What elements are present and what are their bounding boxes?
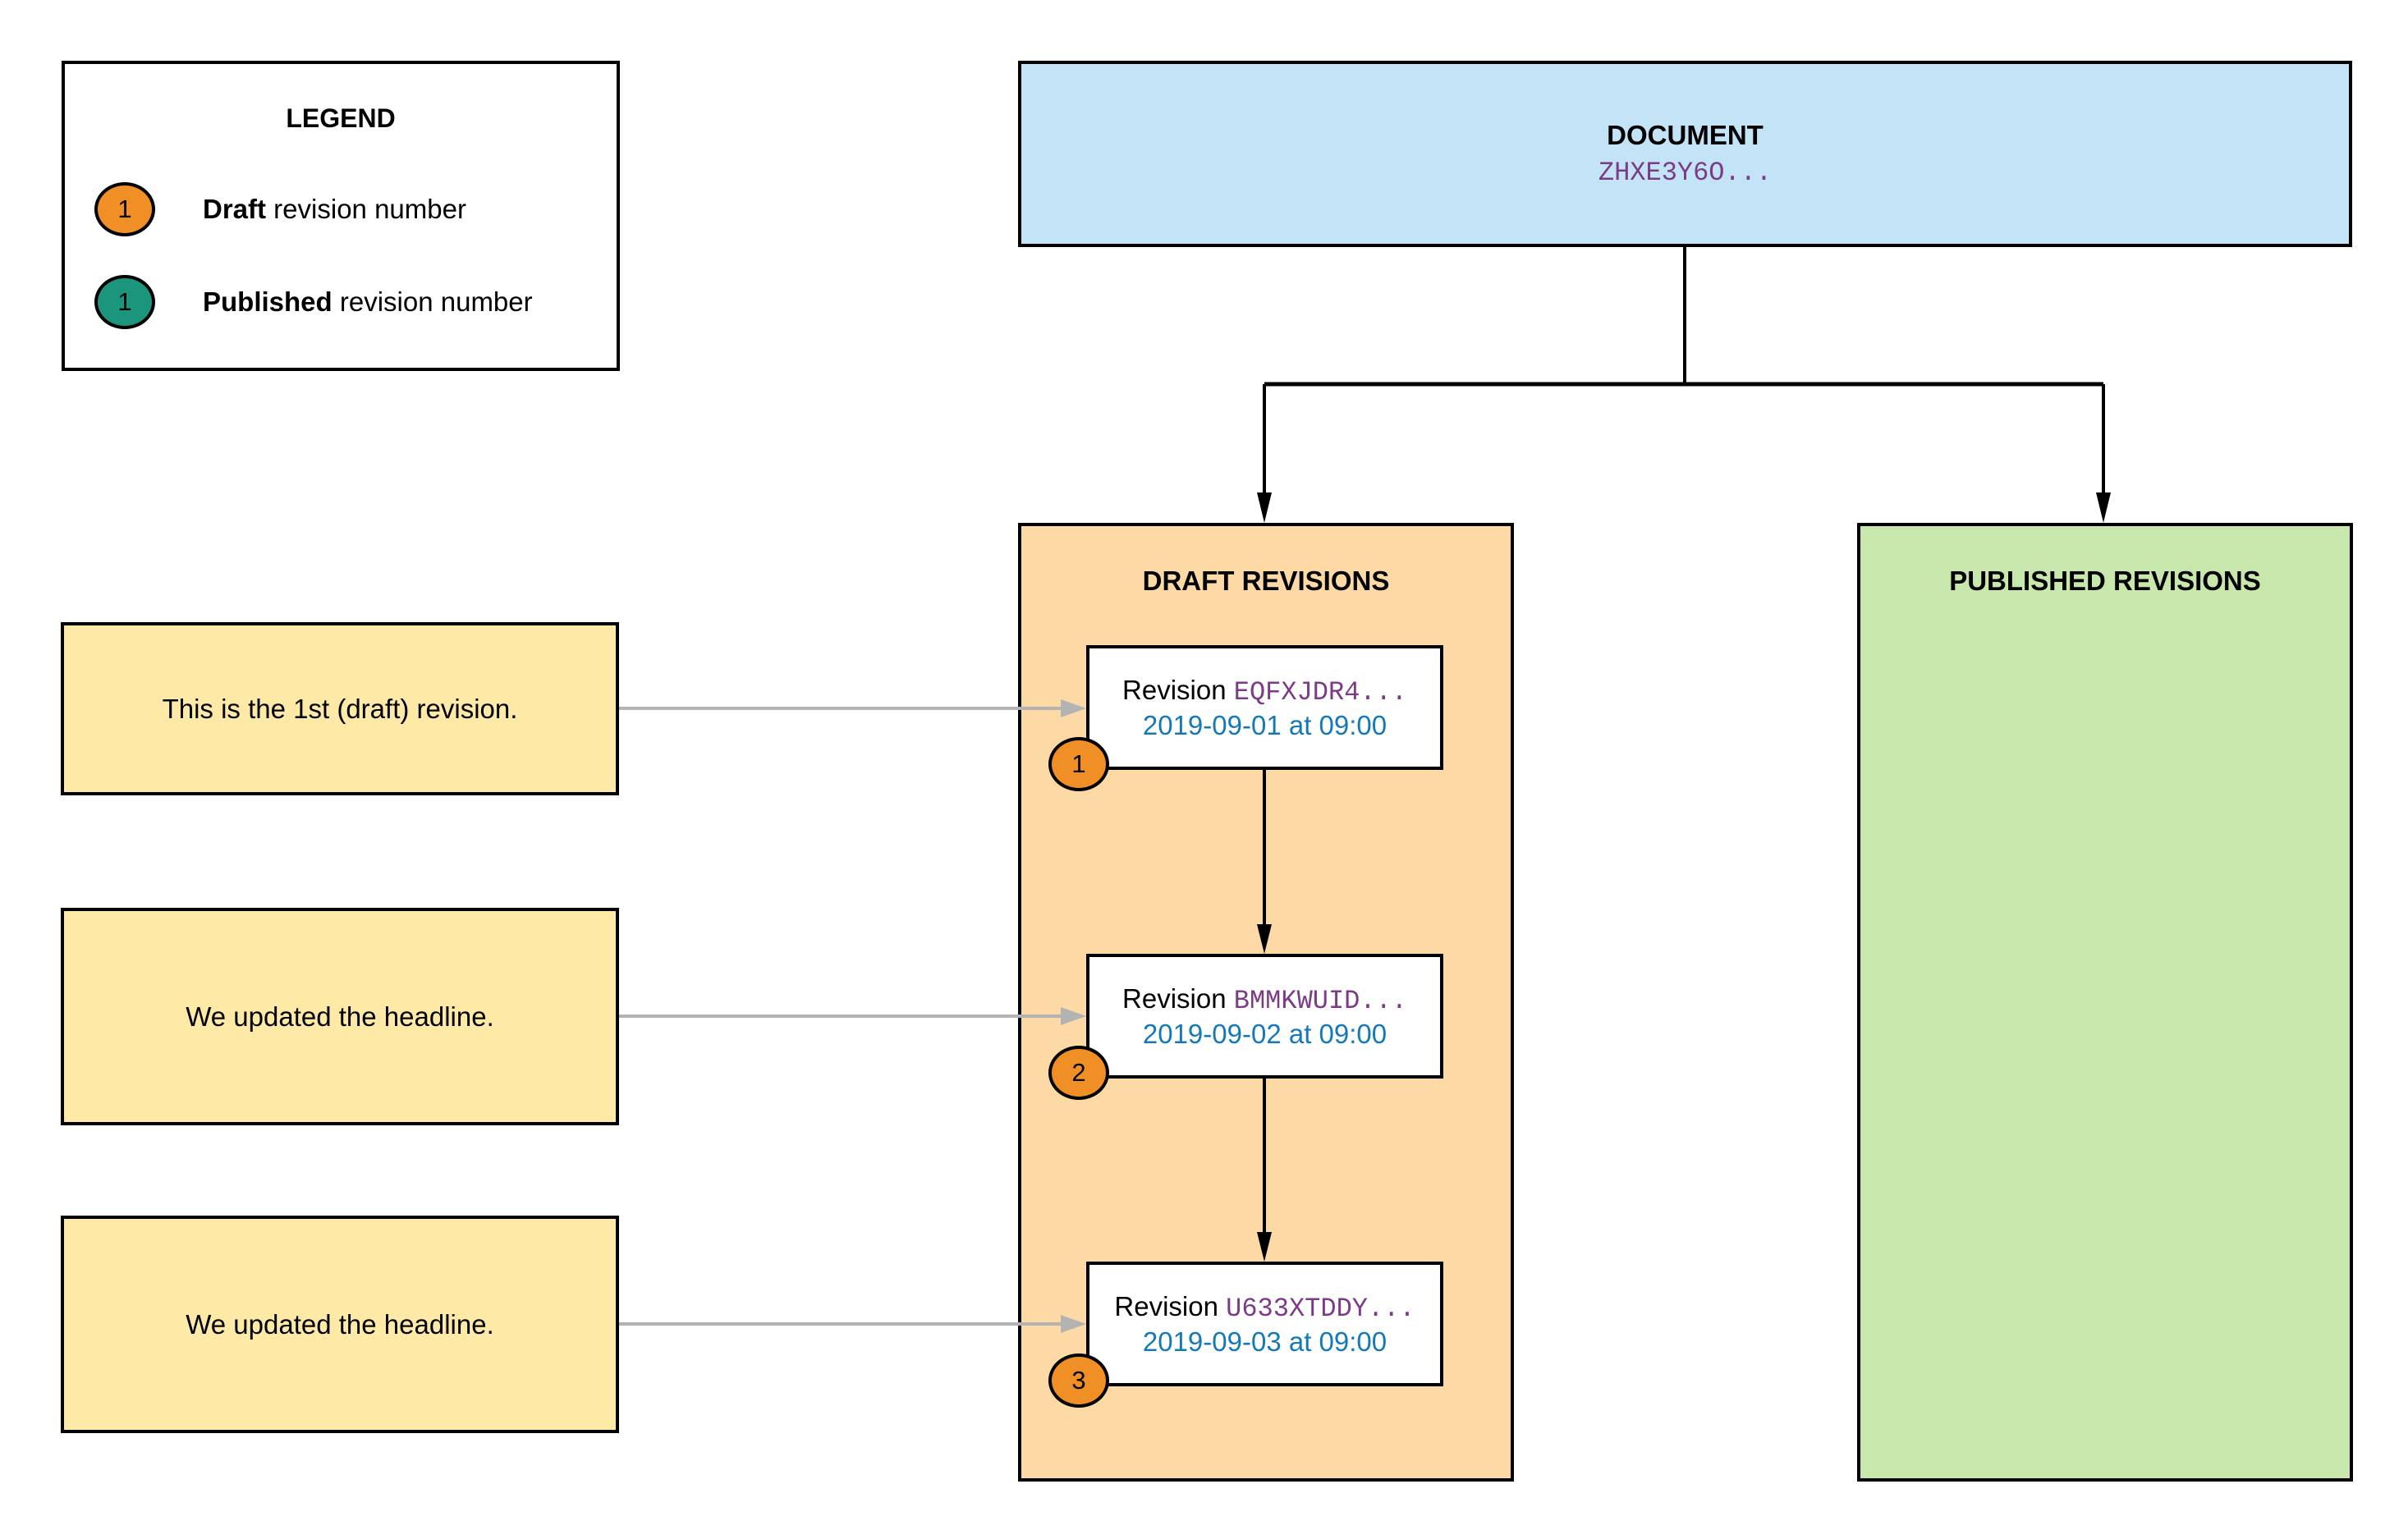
note-text: We updated the headline. <box>186 1001 494 1032</box>
draft-badge-icon: 3 <box>1048 1353 1109 1408</box>
draft-badge-icon: 1 <box>1048 737 1109 791</box>
note2-arrowhead <box>1061 1007 1086 1025</box>
revision-date: 2019-09-02 at 09:00 <box>1142 1018 1387 1049</box>
rev2-to-rev3-arrowhead <box>1257 1232 1272 1262</box>
revision-label: Revision <box>1122 674 1234 705</box>
note-text: We updated the headline. <box>186 1308 494 1340</box>
revision-id: BMMKWUID... <box>1233 985 1407 1016</box>
note-revision-1[interactable]: This is the 1st (draft) revision. <box>61 622 619 795</box>
revision-node-1[interactable]: Revision EQFXJDR4... 2019-09-01 at 09:00 <box>1086 645 1443 770</box>
note-revision-3[interactable]: We updated the headline. <box>61 1216 619 1433</box>
revision-date: 2019-09-03 at 09:00 <box>1142 1326 1387 1357</box>
note1-arrowhead <box>1061 699 1086 717</box>
revision-label: Revision <box>1114 1290 1227 1321</box>
revision-id: U633XTDDY... <box>1226 1293 1415 1324</box>
revision-node-2[interactable]: Revision BMMKWUID... 2019-09-02 at 09:00 <box>1086 954 1443 1079</box>
note-text: This is the 1st (draft) revision. <box>162 693 518 724</box>
revision-date: 2019-09-01 at 09:00 <box>1142 709 1387 740</box>
revision-id: EQFXJDR4... <box>1233 676 1407 708</box>
revision-node-3[interactable]: Revision U633XTDDY... 2019-09-03 at 09:0… <box>1086 1262 1443 1386</box>
note-revision-2[interactable]: We updated the headline. <box>61 908 619 1125</box>
note3-arrowhead <box>1061 1315 1086 1333</box>
rev1-to-rev2-arrowhead <box>1257 924 1272 954</box>
draft-badge-icon: 2 <box>1048 1046 1109 1100</box>
revision-label: Revision <box>1122 982 1234 1014</box>
